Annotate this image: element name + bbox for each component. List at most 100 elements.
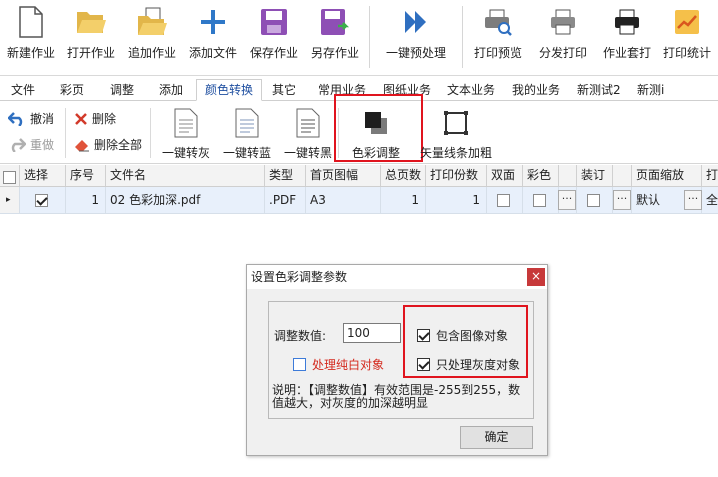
grid-header-page-scale[interactable]: 页面缩放 [632, 165, 702, 187]
new-job-button[interactable]: 新建作业 [0, 2, 62, 72]
save-as-label: 另存作业 [310, 46, 359, 60]
row-filename[interactable]: 02 色彩加深.pdf [106, 187, 265, 214]
page-scale-options-button[interactable]: ··· [684, 190, 702, 210]
document-black-icon [293, 106, 323, 140]
row-copies[interactable]: 1 [426, 187, 487, 214]
ribbon-panel: 撤消 重做 删除 删除全部 一键转灰 一键转蓝 一键转黑 色彩调整 矢量线条加粗 [0, 94, 718, 164]
ribbon-separator [65, 108, 66, 158]
row-type: .PDF [265, 187, 306, 214]
print-preview-button[interactable]: 打印预览 [467, 2, 529, 72]
ribbon-separator [150, 108, 151, 158]
row-duplex-cell[interactable] [487, 187, 523, 214]
tab-file[interactable]: 文件 [9, 81, 37, 101]
grid-header-color[interactable]: 彩色 [523, 165, 559, 187]
job-imposition-button[interactable]: 作业套打 [596, 2, 658, 72]
row-indicator[interactable]: ▸ [0, 187, 20, 214]
close-button[interactable]: × [527, 268, 545, 286]
color-adjust-dialog: 设置色彩调整参数 × 调整数值: 100 处理纯白对象 包含图像对象 只处理灰度… [246, 264, 548, 456]
add-file-label: 添加文件 [188, 46, 237, 60]
tab-add[interactable]: 添加 [157, 81, 185, 101]
row-print-extra: 全 [702, 187, 718, 214]
save-job-button[interactable]: 保存作业 [243, 2, 305, 72]
tab-my-business[interactable]: 我的业务 [510, 81, 562, 101]
tab-color-page[interactable]: 彩页 [58, 81, 86, 101]
add-file-button[interactable]: 添加文件 [182, 2, 244, 72]
grid-header-filename[interactable]: 文件名 [106, 165, 265, 187]
redo-button[interactable]: 重做 [8, 136, 54, 153]
dialog-title: 设置色彩调整参数 [247, 265, 547, 289]
print-preview-icon [481, 5, 515, 39]
select-all-checkbox[interactable] [3, 171, 16, 184]
grid-header-type[interactable]: 类型 [265, 165, 306, 187]
to-gray-button[interactable]: 一键转灰 [157, 106, 215, 162]
delete-button[interactable]: 删除 [74, 110, 116, 127]
tab-adjust[interactable]: 调整 [108, 81, 136, 101]
color-adjust-highlight [334, 94, 423, 162]
delete-all-button[interactable]: 删除全部 [74, 136, 142, 153]
adjust-value-input[interactable]: 100 [343, 323, 401, 343]
row-binding-checkbox[interactable] [587, 194, 600, 207]
delete-all-label: 删除全部 [94, 138, 143, 152]
document-blue-icon [232, 106, 262, 140]
row-binding-cell[interactable] [577, 187, 613, 214]
grid-header-index[interactable]: 序号 [66, 165, 106, 187]
grid-header-corner[interactable] [0, 165, 20, 187]
distribute-print-button[interactable]: 分发打印 [532, 2, 594, 72]
grid-header-total-pages[interactable]: 总页数 [381, 165, 426, 187]
redo-icon [11, 137, 26, 152]
delete-label: 删除 [92, 112, 117, 126]
fast-forward-icon [399, 5, 433, 39]
save-job-label: 保存作业 [249, 46, 298, 60]
row-total-pages: 1 [381, 187, 426, 214]
printer-dark-icon [610, 5, 644, 39]
grid-header-color-extra [559, 165, 577, 187]
printer-icon [546, 5, 580, 39]
vector-bold-label: 矢量线条加粗 [420, 146, 493, 160]
grid-header-duplex[interactable]: 双面 [487, 165, 523, 187]
grid-header-binding-extra [613, 165, 632, 187]
row-color-cell[interactable] [523, 187, 559, 214]
document-gray-icon [171, 106, 201, 140]
one-click-preprocess-label: 一键预处理 [385, 46, 446, 60]
append-job-button[interactable]: 追加作业 [121, 2, 183, 72]
delete-x-icon [75, 112, 87, 125]
tab-other[interactable]: 其它 [270, 81, 298, 101]
tab-new-test[interactable]: 新测i [635, 81, 666, 101]
row-duplex-checkbox[interactable] [497, 194, 510, 207]
grid-header-first-page-size[interactable]: 首页图幅 [306, 165, 381, 187]
new-job-label: 新建作业 [6, 46, 55, 60]
to-gray-label: 一键转灰 [161, 146, 210, 160]
tab-text-business[interactable]: 文本业务 [445, 81, 497, 101]
row-first-page-size[interactable]: A3 [306, 187, 381, 214]
undo-button[interactable]: 撤消 [8, 110, 54, 127]
one-click-preprocess-button[interactable]: 一键预处理 [383, 2, 449, 72]
tab-new-test-2[interactable]: 新测试2 [575, 81, 623, 101]
save-as-button[interactable]: 另存作业 [304, 2, 366, 72]
print-preview-label: 打印预览 [473, 46, 522, 60]
vector-bold-button[interactable]: 矢量线条加粗 [420, 106, 493, 162]
grid-header-print[interactable]: 打 [702, 165, 718, 187]
print-stats-button[interactable]: 打印统计 [656, 2, 718, 72]
to-blue-button[interactable]: 一键转蓝 [218, 106, 276, 162]
note-line-2: 值越大，对灰度的加深越明显 [272, 396, 429, 410]
toolbar-separator [462, 6, 463, 68]
binding-options-button[interactable]: ··· [613, 190, 631, 210]
options-highlight [403, 305, 528, 378]
chart-icon [670, 5, 704, 39]
undo-icon [8, 111, 23, 126]
pure-white-option[interactable]: 处理纯白对象 [293, 356, 384, 373]
pure-white-checkbox[interactable] [293, 358, 306, 371]
open-job-button[interactable]: 打开作业 [60, 2, 122, 72]
grid-header-select[interactable]: 选择 [20, 165, 66, 187]
file-grid: 选择 序号 文件名 类型 首页图幅 总页数 打印份数 双面 彩色 装订 页面缩放… [0, 165, 718, 215]
row-select-checkbox[interactable] [35, 194, 48, 207]
tab-color-conversion[interactable]: 颜色转换 [196, 79, 263, 101]
row-select-cell[interactable] [20, 187, 66, 214]
to-black-button[interactable]: 一键转黑 [279, 106, 337, 162]
row-color-checkbox[interactable] [533, 194, 546, 207]
grid-header-binding[interactable]: 装订 [577, 165, 613, 187]
distribute-print-label: 分发打印 [538, 46, 587, 60]
ok-button[interactable]: 确定 [460, 426, 533, 449]
color-options-button[interactable]: ··· [558, 190, 576, 210]
grid-header-copies[interactable]: 打印份数 [426, 165, 487, 187]
